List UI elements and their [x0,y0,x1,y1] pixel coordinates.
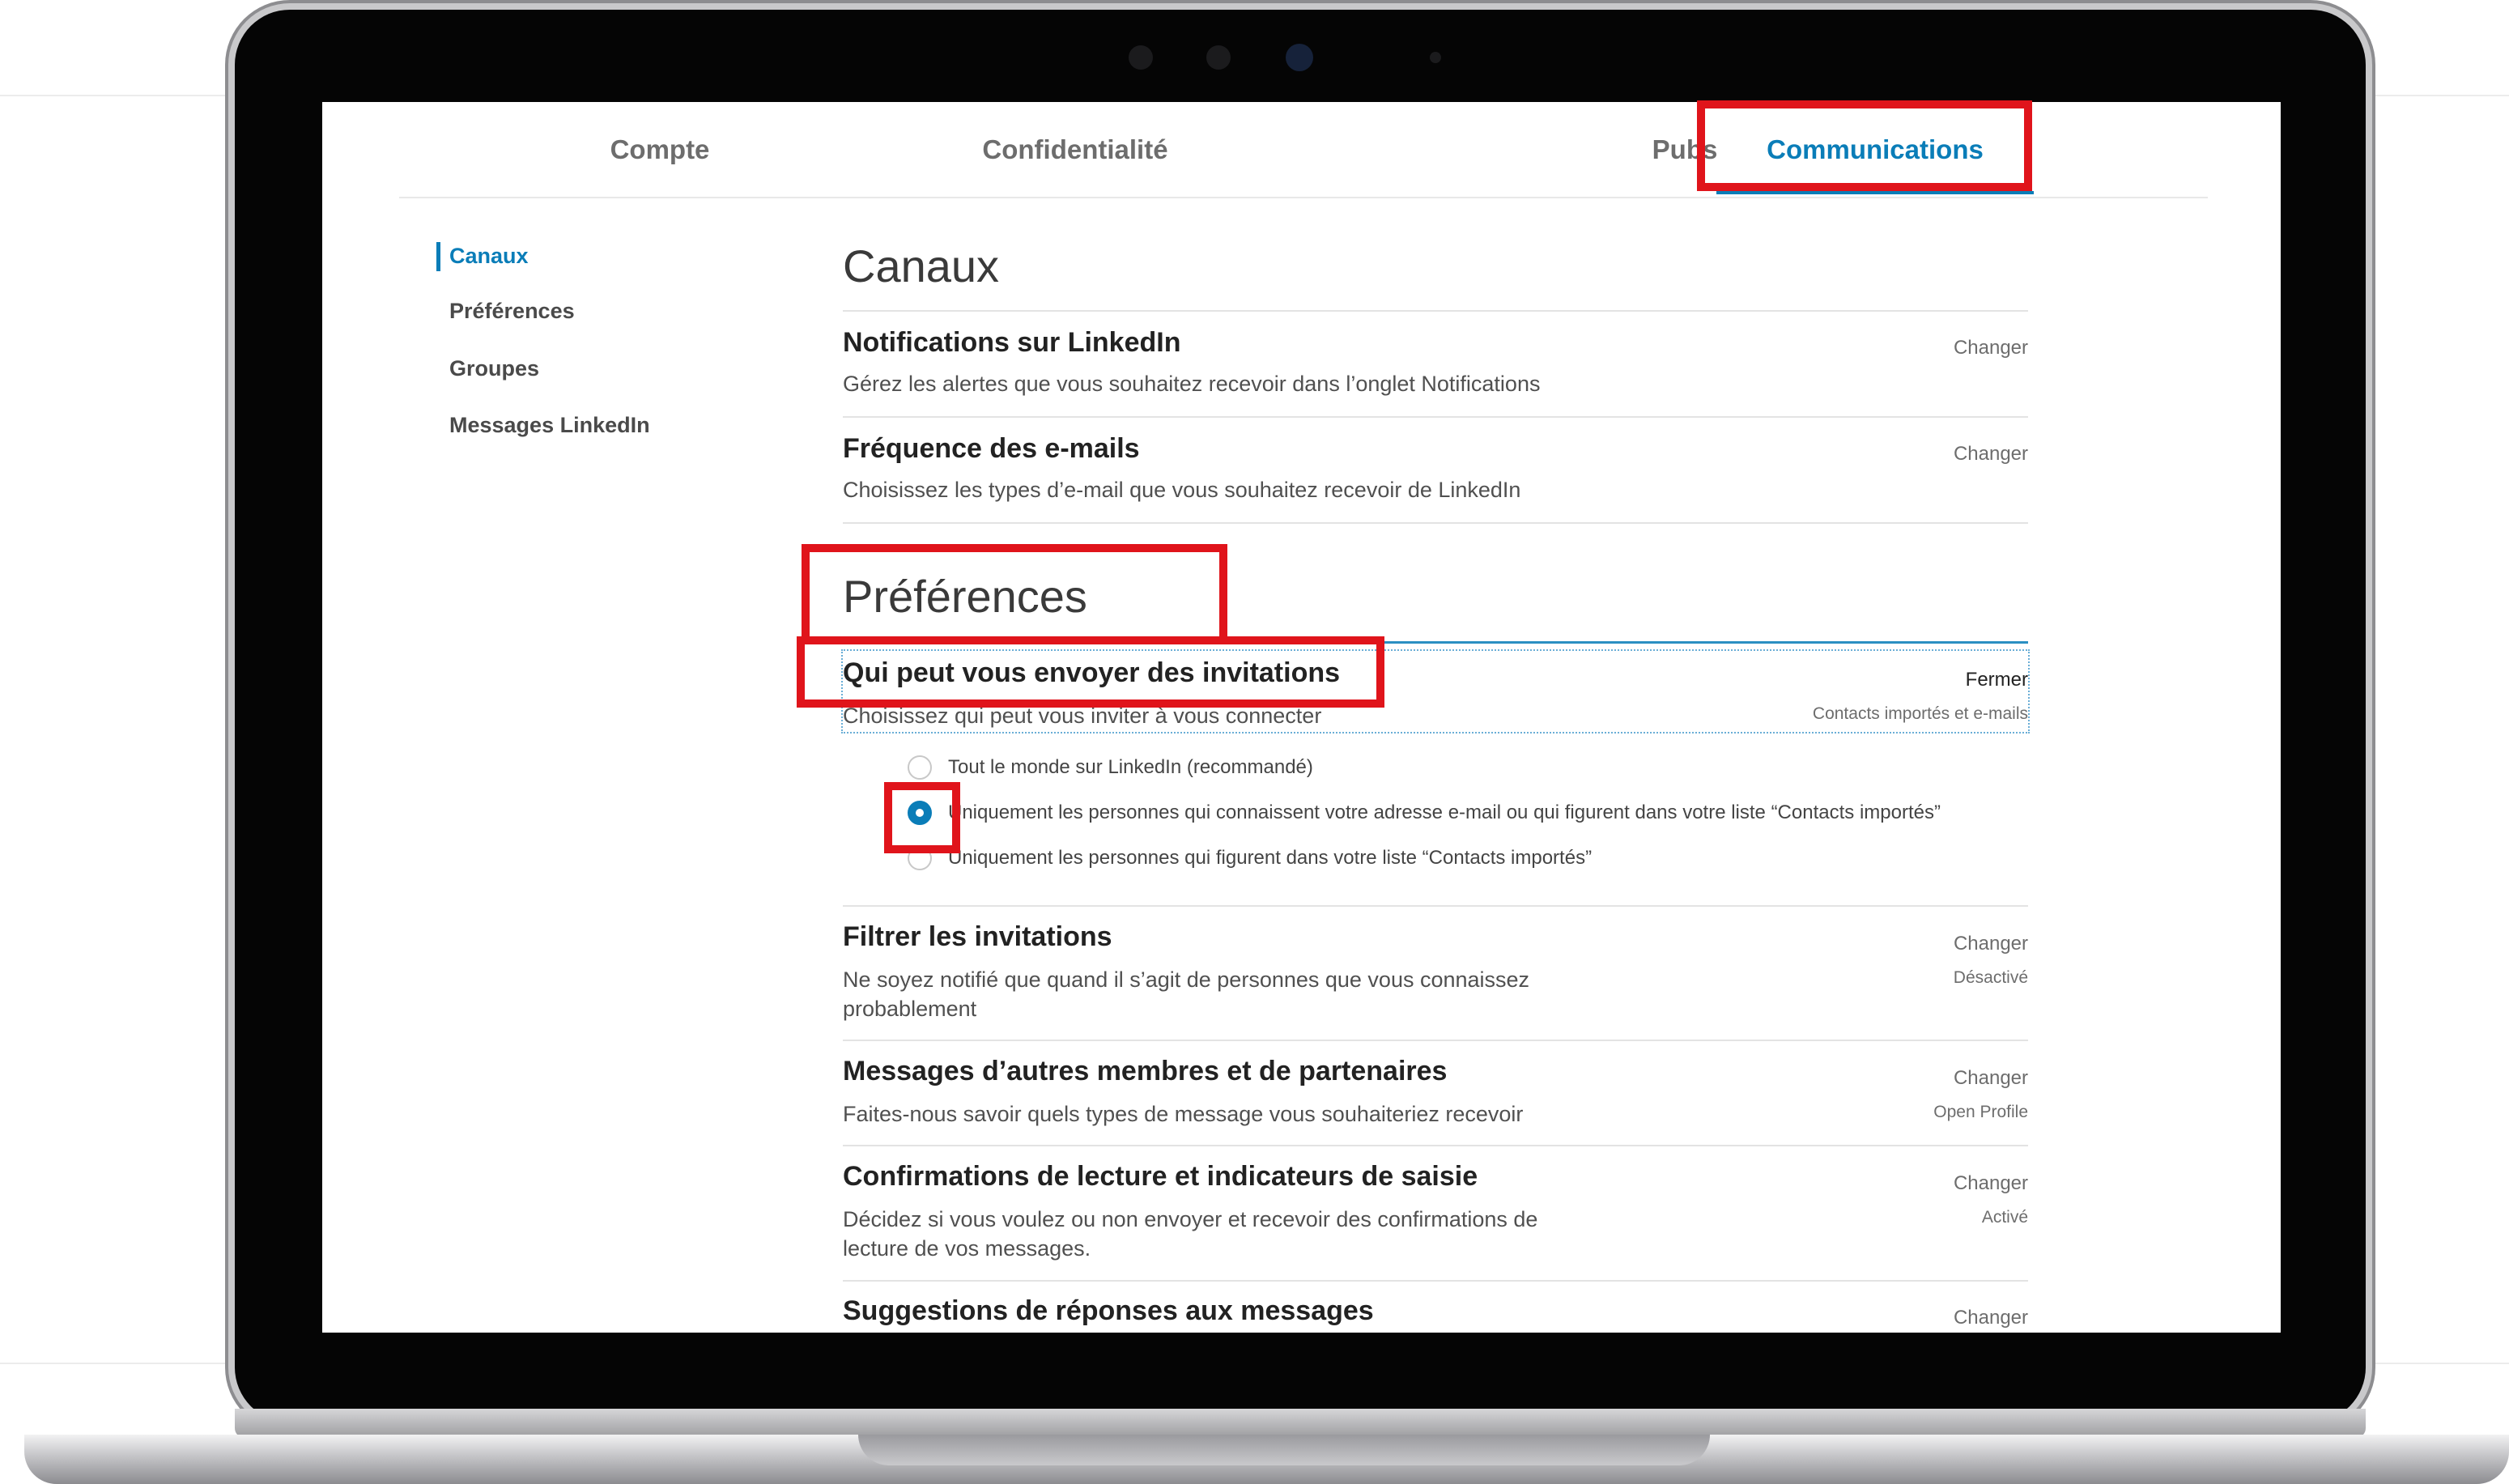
change-link[interactable]: Changer [1954,1172,2028,1195]
highlight-invitations-title [797,636,1384,708]
row-title: Suggestions de réponses aux messages [843,1295,1374,1326]
divider [843,522,2028,524]
change-link[interactable]: Changer [1954,443,2028,466]
change-link[interactable]: Changer [1954,1067,2028,1090]
laptop-notch [858,1435,1710,1465]
row-description: Ne soyez notifié que quand il s’agit de … [843,967,1530,1021]
camera-icon [1206,45,1231,70]
tabs-divider [399,197,2208,198]
status-value: Désactivé [1953,968,2028,987]
row-description: Gérez les alertes que vous souhaitez rec… [843,372,1541,396]
highlight-communications-tab [1697,100,2032,191]
status-value: Contacts importés et e-mails [1812,704,2028,723]
status-value: Open Profile [1933,1103,2028,1121]
row-title: Confirmations de lecture et indicateurs … [843,1161,1478,1192]
section-title-canaux: Canaux [843,240,1000,291]
highlight-selected-radio [884,782,960,853]
sidebar-item-canaux[interactable]: Canaux [449,244,529,269]
divider [843,1040,2028,1041]
change-link[interactable]: Changer [1954,337,2028,359]
radio-button[interactable] [908,755,932,780]
change-link[interactable]: Changer [1954,1307,2028,1329]
sidebar-item-groupes[interactable]: Groupes [449,356,539,381]
divider [843,310,2028,312]
row-title: Fréquence des e-mails [843,433,1140,464]
radio-label: Tout le monde sur LinkedIn (recommandé) [948,756,1313,778]
radio-label: Uniquement les personnes qui figurent da… [948,847,1593,869]
row-description: Faites-nous savoir quels types de messag… [843,1102,1524,1126]
sidebar-item-preferences[interactable]: Préférences [449,299,575,324]
row-description: Décidez si vous voulez ou non envoyer et… [843,1207,1538,1261]
tab-compte[interactable]: Compte [526,102,793,198]
sidebar-active-marker [436,242,440,271]
camera-lens-icon [1286,44,1313,71]
row-title: Filtrer les invitations [843,921,1112,952]
settings-screen: Compte Confidentialité Pubs Communicatio… [322,102,2281,1333]
close-link[interactable]: Fermer [1966,669,2028,691]
row-description: Choisissez les types d’e-mail que vous s… [843,478,1521,502]
divider [843,905,2028,907]
laptop-hinge [235,1409,2366,1438]
radio-label: Uniquement les personnes qui connaissent… [948,802,1941,823]
tab-confidentialite[interactable]: Confidentialité [917,102,1233,198]
sidebar-item-messages-linkedin[interactable]: Messages LinkedIn [449,413,650,438]
status-value: Activé [1981,1208,2028,1227]
divider [843,416,2028,418]
change-link[interactable]: Changer [1954,933,2028,955]
sensor-icon [1430,52,1441,63]
highlight-preferences-title [802,544,1227,644]
camera-icon [1129,45,1153,70]
row-title: Notifications sur LinkedIn [843,327,1181,358]
divider [843,1145,2028,1146]
divider [843,1280,2028,1282]
row-title: Messages d’autres membres et de partenai… [843,1056,1448,1086]
